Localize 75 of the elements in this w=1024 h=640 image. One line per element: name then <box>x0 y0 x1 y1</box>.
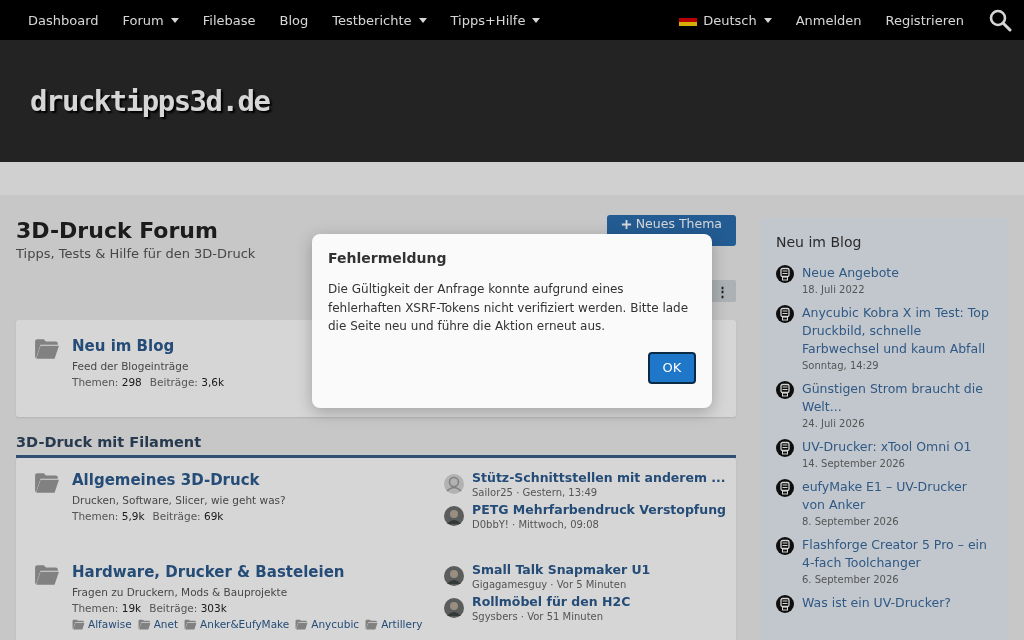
avatar-icon <box>444 506 464 526</box>
forum-description: Feed der Blogeinträge <box>72 360 190 372</box>
post-meta: D0bbY! · Mittwoch, 09:08 <box>472 519 600 530</box>
forum-stat: Beiträge: 303k <box>149 602 227 614</box>
printer-logo-icon <box>776 439 794 457</box>
printer-logo-icon <box>776 305 794 323</box>
dialog-title: Fehlermeldung <box>328 250 448 266</box>
forum-stat: Beiträge: 69k <box>152 510 224 522</box>
nav-menu-item[interactable]: Blog <box>267 12 321 28</box>
nav-menu-item[interactable]: Filebase <box>190 12 268 28</box>
ok-button[interactable]: OK <box>648 351 696 384</box>
avatar-icon <box>444 474 464 494</box>
search-icon[interactable] <box>988 8 1012 32</box>
avatar-icon <box>444 598 464 618</box>
forum-title-link[interactable]: Hardware, Drucker & Basteleien <box>72 562 423 582</box>
nav-menu-item[interactable]: Testberichte <box>320 12 439 28</box>
post-meta: Sailor25 · Gestern, 13:49 <box>472 487 599 498</box>
forum-description: Fragen zu Druckern, Mods & Bauprojekte <box>72 586 289 598</box>
post-date: 8. September 2026 <box>802 516 900 527</box>
avatar-icon <box>444 566 464 586</box>
dialog-message: Die Gültigkeit der Anfrage konnte aufgrund eines fehlerhaften XSRF-Tokens nicht verifiziert werden. Bitte lade die Seite neu und führe die Aktion erneut aus. <box>328 281 690 335</box>
post-meta: Sgysbers · Vor 51 Minuten <box>472 611 605 622</box>
blog-post-link[interactable]: Was ist ein UV-Drucker? <box>802 594 951 612</box>
post-date: 18. Juli 2022 <box>802 284 866 295</box>
folder-icon <box>34 564 60 586</box>
blog-post-link[interactable]: Günstigen Strom braucht die Welt... <box>802 380 992 416</box>
printer-logo-icon <box>776 595 794 613</box>
subforum-link[interactable]: Anet <box>137 618 179 630</box>
nav-link[interactable]: Registrieren <box>873 12 976 28</box>
thread-link[interactable]: Rollmöbel für den H2C <box>472 594 631 609</box>
plus-icon <box>620 219 632 230</box>
site-logo[interactable]: drucktipps3d.de <box>30 84 270 118</box>
nav-link[interactable]: Anmelden <box>783 12 874 28</box>
folder-icon <box>365 618 379 630</box>
nav-menu-item[interactable]: Dashboard <box>16 12 111 28</box>
folder-icon <box>72 618 85 630</box>
thread-link[interactable]: PETG Mehrfarbendruck Verstopfung <box>472 502 727 517</box>
post-meta: Gigagamesguy · Vor 5 Minuten <box>472 579 628 590</box>
folder-icon <box>137 618 151 630</box>
thread-link[interactable]: Small Talk Snapmaker U1 <box>472 562 651 577</box>
blog-post-link[interactable]: Flashforge Creator 5 Pro – ein 4-fach Toolchanger <box>802 536 992 572</box>
forum-stat: Themen: 5,9k <box>72 510 145 522</box>
post-date: Sonntag, 14:29 <box>802 360 880 371</box>
language-selector[interactable]: Deutsch <box>667 12 784 28</box>
folder-icon <box>295 618 309 630</box>
thread-link[interactable]: Stütz-Schnittstellen mit anderem ... <box>472 470 726 485</box>
subforum-link[interactable]: Alfawise <box>72 618 132 630</box>
subforum-link[interactable]: Anker&EufyMake <box>184 618 290 630</box>
printer-logo-icon <box>776 479 794 497</box>
forum-stat: Beiträge: 3,6k <box>149 376 225 388</box>
folder-icon <box>34 338 60 360</box>
printer-logo-icon <box>776 265 794 283</box>
blog-post-link[interactable]: UV-Drucker: xTool Omni O1 <box>802 438 972 456</box>
page-subtitle: Tipps, Tests & Hilfe für den 3D-Druck <box>16 246 256 261</box>
subforum-link[interactable]: Anycubic <box>295 618 360 630</box>
nav-menu-item[interactable]: Tipps+Hilfe <box>438 12 553 28</box>
forum-description: Drucken, Software, Slicer, wie geht was? <box>72 494 286 506</box>
forum-stat: Themen: 19k <box>72 602 142 614</box>
blog-post-link[interactable]: Anycubic Kobra X im Test: Top Druckbild, schnelle Farbwechsel und kaum Abfall <box>802 304 992 358</box>
post-date: 24. Juli 2026 <box>802 418 866 429</box>
forum-title-link[interactable]: Allgemeines 3D-Druck <box>72 470 286 490</box>
printer-logo-icon <box>776 537 794 555</box>
blog-post-link[interactable]: eufyMake E1 – UV-Drucker von Anker <box>802 478 992 514</box>
forum-title-link[interactable]: Neu im Blog <box>72 336 225 356</box>
sidebar-title: Neu im Blog <box>776 234 863 250</box>
printer-logo-icon <box>776 381 794 399</box>
folder-icon <box>184 618 198 630</box>
nav-menu-item[interactable]: Forum <box>110 12 191 28</box>
post-date: 6. September 2026 <box>802 574 900 585</box>
subforum-link[interactable]: Artillery <box>365 618 423 630</box>
blog-post-link[interactable]: Neue Angebote <box>802 264 899 282</box>
post-date: 14. September 2026 <box>802 458 906 469</box>
folder-icon <box>34 472 60 494</box>
page-title: 3D-Druck Forum <box>16 218 219 244</box>
forum-stat: Themen: 298 <box>72 376 142 388</box>
